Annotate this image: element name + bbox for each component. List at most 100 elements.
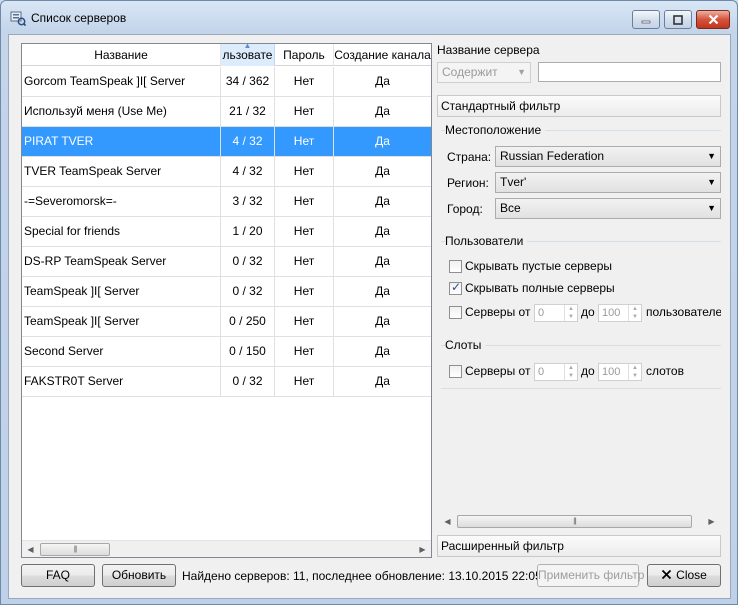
table-row[interactable]: DS-RP TeamSpeak Server 0 / 32 Нет Да [22, 247, 431, 277]
scroll-left-icon[interactable]: ◀ [22, 541, 39, 558]
cell-channel: Да [375, 344, 390, 358]
server-name-mode-combo[interactable]: Содержит ▼ [437, 62, 531, 83]
server-table: Название ▲ льзовате Пароль Создание канал… [21, 43, 432, 558]
column-header-users[interactable]: ▲ льзовате [221, 44, 275, 66]
cell-users: 21 / 32 [221, 97, 275, 126]
filter-horizontal-scrollbar[interactable]: ◀ ||| ▶ [439, 513, 720, 530]
column-header-password[interactable]: Пароль [275, 44, 334, 66]
server-name-label: Название сервера [437, 43, 540, 57]
table-header: Название ▲ льзовате Пароль Создание канал… [22, 44, 431, 66]
cell-password: Нет [275, 67, 334, 96]
cell-password: Нет [275, 247, 334, 276]
table-row[interactable]: PIRAT TVER 4 / 32 Нет Да [22, 127, 431, 157]
cell-password: Нет [275, 97, 334, 126]
cell-users: 0 / 32 [221, 367, 275, 396]
table-row[interactable]: Gorcom TeamSpeak ]I[ Server 34 / 362 Нет Да [22, 67, 431, 97]
close-button[interactable]: Close [647, 564, 721, 587]
region-combo[interactable]: Tver' ▼ [495, 172, 721, 193]
minimize-icon [641, 20, 651, 23]
slots-group-bottom-line [441, 388, 721, 389]
hide-empty-label: Скрывать пустые серверы [465, 259, 612, 273]
slots-to-value: 100 [602, 366, 621, 378]
scroll-thumb[interactable]: ||| [457, 515, 692, 528]
table-row[interactable]: TeamSpeak ]I[ Server 0 / 250 Нет Да [22, 307, 431, 337]
cell-channel: Да [375, 314, 390, 328]
close-icon [708, 14, 718, 25]
users-group-title: Пользователи [445, 234, 528, 248]
country-combo[interactable]: Russian Federation ▼ [495, 146, 721, 167]
apply-filter-button[interactable]: Применить фильтр [537, 564, 644, 587]
table-row[interactable]: TeamSpeak ]I[ Server 0 / 32 Нет Да [22, 277, 431, 307]
cell-channel: Да [375, 224, 390, 238]
close-x-icon [662, 569, 672, 580]
users-to-value: 100 [602, 307, 621, 319]
table-row[interactable]: Используй меня (Use Me) 21 / 32 Нет Да [22, 97, 431, 127]
slots-range-checkbox[interactable] [449, 365, 462, 378]
city-combo[interactable]: Все ▼ [495, 198, 721, 219]
table-row[interactable]: FAKSTR0T Server 0 / 32 Нет Да [22, 367, 431, 397]
cell-channel: Да [375, 134, 390, 148]
column-header-channel-creation[interactable]: Создание канала [334, 44, 431, 66]
scroll-thumb[interactable]: ||| [40, 543, 110, 556]
slots-to-label: до [581, 364, 595, 378]
table-row[interactable]: TVER TeamSpeak Server 4 / 32 Нет Да [22, 157, 431, 187]
title-bar[interactable]: Список серверов [1, 1, 737, 33]
location-group-title: Местоположение [445, 123, 546, 137]
table-row[interactable]: Second Server 0 / 150 Нет Да [22, 337, 431, 367]
faq-button[interactable]: FAQ [21, 564, 95, 587]
slots-to-spinner[interactable]: 100 ▲ ▼ [598, 363, 642, 381]
slots-from-value: 0 [538, 366, 545, 378]
advanced-filter-header[interactable]: Расширенный фильтр [437, 535, 721, 557]
users-range-checkbox[interactable] [449, 306, 462, 319]
cell-password: Нет [275, 187, 334, 216]
cell-users: 0 / 32 [221, 247, 275, 276]
checkmark-icon: ✓ [451, 280, 462, 294]
scroll-left-icon[interactable]: ◀ [439, 513, 456, 530]
slots-group-title: Слоты [445, 338, 486, 352]
users-from-spinner[interactable]: 0 ▲ ▼ [534, 304, 578, 322]
users-range-label: Серверы от [465, 305, 531, 319]
cell-users: 3 / 32 [221, 187, 275, 216]
users-from-value: 0 [538, 307, 545, 319]
users-to-label: до [581, 305, 595, 319]
server-name-input[interactable] [538, 62, 721, 82]
country-label: Страна: [447, 150, 492, 164]
spin-arrows-icon: ▲ ▼ [628, 305, 641, 321]
cell-password: Нет [275, 157, 334, 186]
cell-name: Gorcom TeamSpeak ]I[ Server [22, 67, 221, 96]
spin-arrows-icon: ▲ ▼ [628, 364, 641, 380]
table-row[interactable]: -=Severomorsk=- 3 / 32 Нет Да [22, 187, 431, 217]
refresh-button[interactable]: Обновить [102, 564, 176, 587]
chevron-down-icon: ▼ [517, 67, 526, 77]
maximize-icon [673, 14, 683, 25]
slots-from-spinner[interactable]: 0 ▲ ▼ [534, 363, 578, 381]
country-value: Russian Federation [500, 149, 605, 163]
cell-users: 0 / 250 [221, 307, 275, 336]
hide-full-checkbox[interactable]: ✓ [449, 280, 462, 295]
window-title: Список серверов [31, 11, 127, 25]
cell-password: Нет [275, 337, 334, 366]
cell-channel: Да [375, 164, 390, 178]
users-to-spinner[interactable]: 100 ▲ ▼ [598, 304, 642, 322]
spin-arrows-icon: ▲ ▼ [564, 364, 577, 380]
cell-name: TeamSpeak ]I[ Server [22, 277, 221, 306]
column-header-name[interactable]: Название [22, 44, 221, 66]
hide-empty-checkbox[interactable] [449, 260, 462, 273]
maximize-button[interactable] [664, 10, 692, 29]
slots-suffix-label: слотов [646, 364, 684, 378]
table-body: Gorcom TeamSpeak ]I[ Server 34 / 362 Нет Да… [22, 67, 431, 397]
cell-users: 34 / 362 [221, 67, 275, 96]
city-label: Город: [447, 202, 483, 216]
minimize-button[interactable] [632, 10, 660, 29]
scroll-right-icon[interactable]: ▶ [414, 541, 431, 558]
cell-name: TVER TeamSpeak Server [22, 157, 221, 186]
scroll-right-icon[interactable]: ▶ [703, 513, 720, 530]
table-horizontal-scrollbar[interactable]: ◀ ||| ▶ [22, 540, 431, 557]
region-label: Регион: [447, 176, 489, 190]
spin-arrows-icon: ▲ ▼ [564, 305, 577, 321]
standard-filter-header[interactable]: Стандартный фильтр [437, 95, 721, 117]
region-value: Tver' [500, 175, 527, 189]
close-window-button[interactable] [696, 10, 730, 29]
table-row[interactable]: Special for friends 1 / 20 Нет Да [22, 217, 431, 247]
server-list-icon [10, 11, 26, 26]
